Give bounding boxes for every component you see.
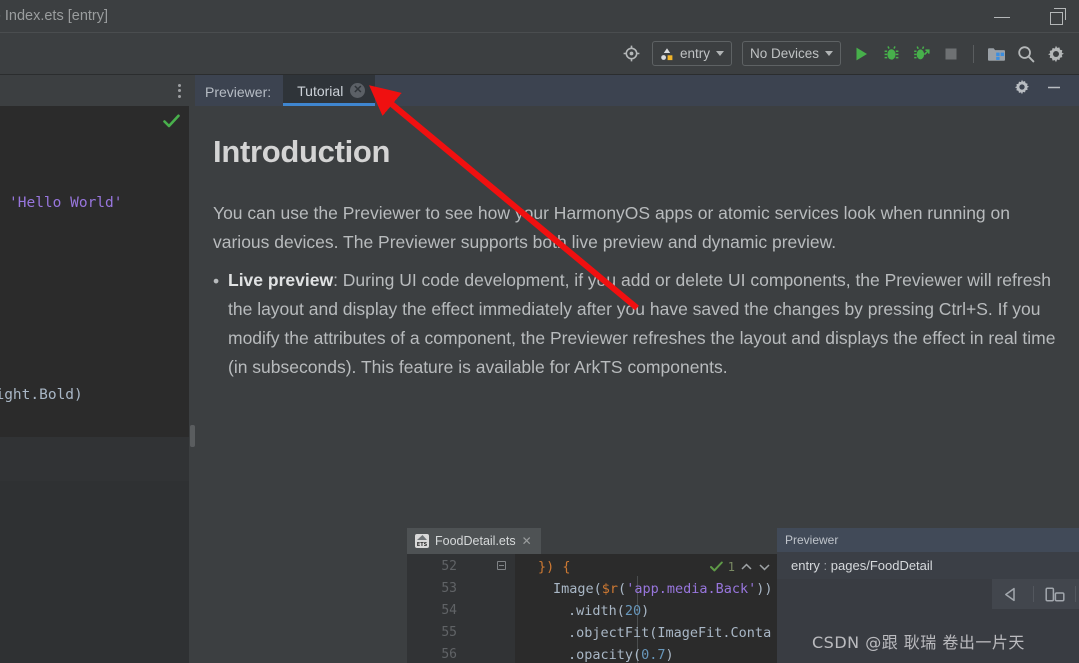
- settings-button[interactable]: [1041, 41, 1071, 67]
- chevron-down-icon: [759, 564, 770, 571]
- line-number: 53: [441, 581, 457, 596]
- chevron-down-icon: [825, 51, 833, 56]
- attach-debugger-button[interactable]: [906, 41, 936, 67]
- code-line: .objectFit(ImageFit.Conta: [568, 625, 772, 641]
- page-title: Introduction: [213, 134, 391, 169]
- search-button[interactable]: [1011, 41, 1041, 67]
- tutorial-paragraph: You can use the Previewer to see how you…: [213, 203, 1010, 252]
- tab-fooddetail-label: FoodDetail.ets: [435, 534, 516, 548]
- window-title: - Index.ets [entry]: [0, 8, 109, 24]
- code-line: }) {: [538, 559, 571, 575]
- debug-button[interactable]: [876, 41, 906, 67]
- editor-left-panel-a: [0, 437, 189, 481]
- code-line: .width(20): [568, 603, 650, 619]
- run-configuration-label: entry: [679, 46, 710, 61]
- previewer-tool-group: [992, 579, 1079, 609]
- crosshair-icon[interactable]: [617, 41, 647, 67]
- chevron-up-icon: [741, 563, 752, 570]
- stop-button[interactable]: [936, 41, 966, 67]
- line-number: 56: [441, 647, 457, 662]
- chevron-down-icon: [715, 51, 724, 56]
- device-selector-label: No Devices: [749, 46, 819, 61]
- restore-button[interactable]: [1047, 6, 1069, 28]
- previewer-path-separator: :: [823, 558, 828, 573]
- editor-left-panel-b: [0, 481, 189, 663]
- previewer-device-toolbar: [777, 579, 1079, 609]
- bullet-term: Live preview: [228, 270, 334, 290]
- minimize-button[interactable]: [991, 6, 1013, 28]
- ets-file-icon: ETS: [415, 534, 429, 548]
- close-icon[interactable]: ✕: [522, 535, 532, 547]
- window-controls: [991, 0, 1069, 33]
- previewer-module: entry: [791, 558, 820, 573]
- editor-code-area[interactable]: }) { Image($r('app.media.Back')) .width(…: [515, 554, 777, 663]
- tab-tutorial-label: Tutorial: [297, 82, 344, 99]
- close-circle-icon[interactable]: ✕: [350, 83, 366, 98]
- editor-gutter: 52 53 54 55 56 57 58 59 60 61: [407, 554, 515, 663]
- previewer-header: Previewer: [777, 528, 1079, 552]
- editor-code-line-hello: 'Hello World': [9, 195, 123, 211]
- tool-window-label: Previewer:: [205, 84, 272, 100]
- code-line: Image($r('app.media.Back')): [553, 581, 773, 597]
- line-number: 54: [441, 603, 457, 618]
- previewer-page: pages/FoodDetail: [830, 558, 933, 573]
- previewer-path-bar: entry : pages/FoodDetail: [777, 552, 1079, 579]
- toolbar-divider: [973, 44, 974, 63]
- line-number: 55: [441, 625, 457, 640]
- line-number: 52: [441, 559, 457, 574]
- fold-marker[interactable]: [497, 561, 506, 570]
- embedded-editor-tabbar: ETS FoodDetail.ets ✕: [407, 528, 777, 554]
- tab-fooddetail[interactable]: ETS FoodDetail.ets ✕: [407, 528, 541, 554]
- tool-window-settings-button[interactable]: [1007, 74, 1037, 100]
- embedded-code-editor: ETS FoodDetail.ets ✕ 52 53 54 55 56 57 5…: [407, 528, 777, 663]
- kebab-menu-icon[interactable]: [178, 83, 181, 98]
- module-icon: [661, 47, 673, 60]
- embedded-editor-body[interactable]: 52 53 54 55 56 57 58 59 60 61: [407, 554, 777, 663]
- run-configuration-selector[interactable]: entry: [651, 41, 732, 66]
- bullet-body: : During UI code development, if you add…: [228, 270, 1056, 377]
- tool-window-hide-button[interactable]: [1039, 74, 1069, 100]
- orientation-icon[interactable]: [1034, 579, 1075, 609]
- tab-tutorial[interactable]: Tutorial ✕: [283, 75, 376, 106]
- title-bar: - Index.ets [entry]: [0, 0, 1079, 33]
- previewer-title: Previewer: [785, 533, 839, 547]
- rotate-back-icon[interactable]: [992, 579, 1033, 609]
- code-line: .opacity(0.7): [568, 647, 674, 663]
- inspection-widget[interactable]: 1: [709, 560, 771, 574]
- watermark: CSDN @跟 耿瑞 卷出一片天: [812, 633, 1025, 652]
- main-toolbar: entry No Devices: [0, 33, 1079, 75]
- tutorial-pane: Introduction You can use the Previewer t…: [195, 106, 1079, 663]
- device-selector[interactable]: No Devices: [741, 41, 841, 66]
- previewer-path: entry : pages/FoodDetail: [791, 558, 933, 573]
- ide-window: - Index.ets [entry] entry No Devices Pre…: [0, 0, 1079, 663]
- tool-window-actions: [1007, 74, 1079, 106]
- inspection-count: 1: [727, 560, 735, 574]
- editor-code-line-weight: Weight.Bold): [0, 387, 83, 403]
- bullet-icon: •: [213, 271, 220, 291]
- tool-window-options[interactable]: [0, 75, 195, 106]
- list-item: • Live preview: During UI code developme…: [213, 266, 1063, 382]
- check-ok-icon: [163, 114, 180, 129]
- check-green-icon: [709, 561, 723, 572]
- run-button[interactable]: [846, 41, 876, 67]
- project-structure-button[interactable]: [981, 41, 1011, 67]
- tool-window-header: Previewer: Tutorial ✕: [0, 75, 1079, 106]
